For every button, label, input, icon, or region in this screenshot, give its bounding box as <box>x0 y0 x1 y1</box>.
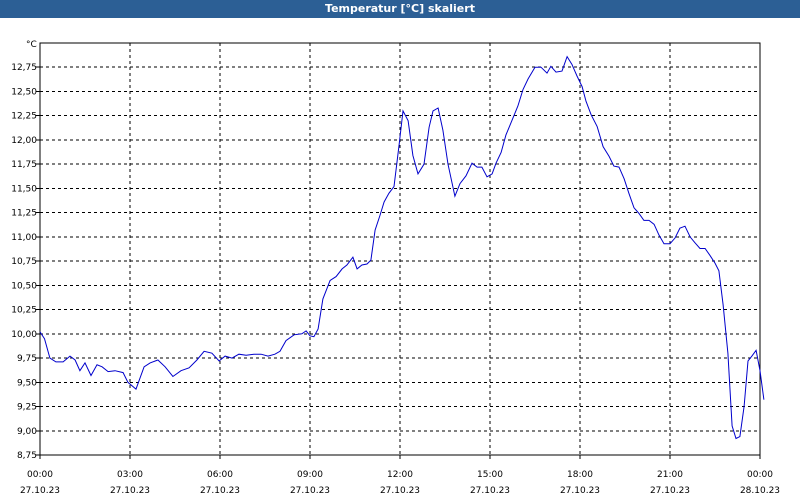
x-tick-date: 27.10.23 <box>200 486 240 496</box>
y-tick-label: 11,25 <box>11 209 37 219</box>
x-tick-date: 27.10.23 <box>650 486 690 496</box>
y-tick-label: 11,75 <box>11 160 37 170</box>
x-tick-date: 27.10.23 <box>290 486 330 496</box>
grid-layer <box>40 43 760 456</box>
y-tick-label: 8,75 <box>17 451 37 461</box>
x-tick-time: 03:00 <box>117 470 143 480</box>
x-tick-time: 18:00 <box>567 470 593 480</box>
y-tick-label: 10,00 <box>11 330 37 340</box>
y-tick-label: 9,50 <box>17 378 37 388</box>
y-tick-label: 9,75 <box>17 354 37 364</box>
x-tick-time: 06:00 <box>207 470 233 480</box>
axis-layer <box>36 42 761 459</box>
y-tick-label: 12,50 <box>11 87 37 97</box>
y-tick-label: 11,00 <box>11 233 37 243</box>
x-tick-time: 15:00 <box>477 470 503 480</box>
y-tick-label: 12,00 <box>11 136 37 146</box>
x-tick-date: 27.10.23 <box>380 486 420 496</box>
y-tick-label: 12,25 <box>11 112 37 122</box>
temperature-chart: 8,75 9,00 9,25 9,50 9,75 10,00 10,25 10,50 10,75… <box>11 40 780 496</box>
x-tick-date: 27.10.23 <box>20 486 60 496</box>
y-tick-label: 9,00 <box>17 427 37 437</box>
y-tick-label: 10,75 <box>11 257 37 267</box>
x-tick-time: 21:00 <box>657 470 683 480</box>
y-tick-label: 11,50 <box>11 184 37 194</box>
y-axis-unit: °C <box>26 40 37 50</box>
x-tick-date: 27.10.23 <box>110 486 150 496</box>
chart-window: Temperatur [°C] skaliert 8,75 9,00 9,25 9,5… <box>0 0 800 500</box>
y-tick-label: 9,25 <box>17 403 37 413</box>
y-tick-label: 10,50 <box>11 281 37 291</box>
x-tick-time: 12:00 <box>387 470 413 480</box>
x-tick-date: 28.10.23 <box>740 486 780 496</box>
y-tick-label: 12,75 <box>11 63 37 73</box>
x-tick-date: 27.10.23 <box>470 486 510 496</box>
window-title: Temperatur [°C] skaliert <box>0 0 800 18</box>
series-layer <box>39 55 765 440</box>
y-tick-label: 10,25 <box>11 306 37 316</box>
x-tick-time: 09:00 <box>297 470 323 480</box>
x-tick-time: 00:00 <box>27 470 53 480</box>
x-tick-time: 00:00 <box>747 470 773 480</box>
temperature-series-line <box>39 55 765 440</box>
x-tick-date: 27.10.23 <box>560 486 600 496</box>
